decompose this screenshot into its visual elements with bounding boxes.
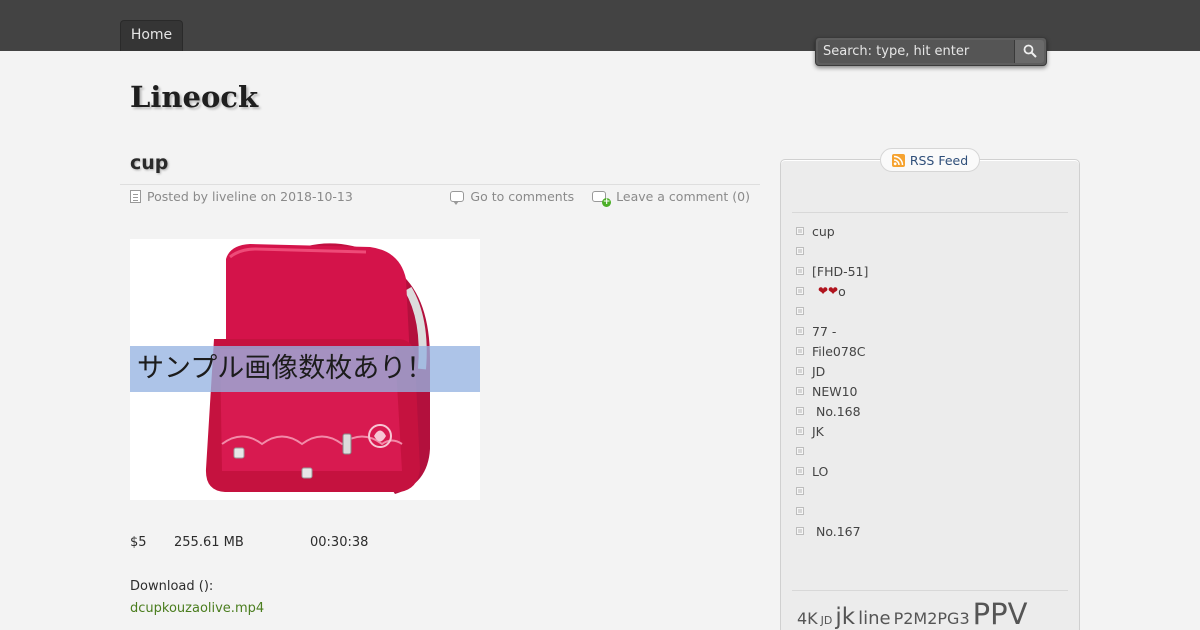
list-bullet-icon bbox=[796, 347, 804, 355]
download-label: Download (): bbox=[130, 579, 214, 594]
post-title[interactable]: cup bbox=[130, 152, 168, 174]
sidebar-post-link[interactable]: No.167 bbox=[812, 524, 861, 539]
sidebar-post-link[interactable]: No.168 bbox=[812, 404, 861, 419]
sidebar-post-item[interactable]: JD bbox=[796, 361, 868, 381]
go-to-comments-link[interactable]: Go to comments bbox=[470, 189, 574, 204]
list-bullet-icon bbox=[796, 527, 804, 535]
download-link[interactable]: dcupkouzaolive.mp4 bbox=[130, 601, 264, 616]
list-bullet-icon bbox=[796, 447, 804, 455]
sidebar-post-item[interactable]: No.168 bbox=[796, 401, 868, 421]
list-bullet-icon bbox=[796, 467, 804, 475]
search-box bbox=[815, 37, 1047, 66]
nav-home-tab[interactable]: Home bbox=[120, 20, 183, 51]
tag-link[interactable]: P2M2PG3 bbox=[894, 609, 970, 628]
file-size-text: 255.61 MB bbox=[174, 535, 244, 550]
sidebar-post-item[interactable]: NEW10 bbox=[796, 381, 868, 401]
sidebar-post-item[interactable] bbox=[796, 501, 868, 521]
list-bullet-icon bbox=[796, 487, 804, 495]
sidebar-post-item[interactable]: No.167 bbox=[796, 521, 868, 541]
sidebar-post-item[interactable] bbox=[796, 241, 868, 261]
sidebar-post-item[interactable]: File078C bbox=[796, 341, 868, 361]
sidebar-post-link[interactable]: File078C bbox=[812, 344, 866, 359]
heart-icon: ❤❤ bbox=[818, 284, 839, 298]
sidebar-post-link[interactable]: JK bbox=[812, 424, 824, 439]
price-text: $5 bbox=[130, 535, 147, 550]
sidebar-post-item[interactable] bbox=[796, 301, 868, 321]
search-icon bbox=[1023, 44, 1037, 58]
list-bullet-icon bbox=[796, 247, 804, 255]
rss-feed-label: RSS Feed bbox=[909, 152, 969, 168]
leave-comment-link[interactable]: Leave a comment (0) bbox=[616, 189, 750, 204]
recent-posts-list: cup [FHD-51] ❤❤ o 77 - File078C JD NEW10 No.168… bbox=[796, 221, 868, 541]
sidebar-post-link[interactable]: LO bbox=[812, 464, 828, 479]
sidebar-divider bbox=[792, 212, 1068, 213]
sample-images-banner: サンプル画像数枚あり！ bbox=[130, 346, 480, 392]
list-bullet-icon bbox=[796, 267, 804, 275]
tag-cloud: 4K JD jk line P2M2PG3 PPV bbox=[797, 597, 1030, 630]
tag-link[interactable]: jk bbox=[835, 604, 855, 630]
list-bullet-icon bbox=[796, 287, 804, 295]
sidebar-post-link[interactable]: [FHD-51] bbox=[812, 264, 868, 279]
search-input[interactable] bbox=[818, 40, 1014, 63]
list-bullet-icon bbox=[796, 367, 804, 375]
list-bullet-icon bbox=[796, 387, 804, 395]
search-button[interactable] bbox=[1014, 40, 1044, 63]
sidebar-post-item[interactable]: ❤❤ o bbox=[796, 281, 868, 301]
list-bullet-icon bbox=[796, 427, 804, 435]
sidebar-post-item[interactable]: [FHD-51] bbox=[796, 261, 868, 281]
list-bullet-icon bbox=[796, 227, 804, 235]
sidebar-divider bbox=[792, 590, 1068, 591]
rss-feed-button[interactable]: RSS Feed bbox=[880, 148, 980, 172]
tag-link[interactable]: JD bbox=[821, 614, 833, 627]
sidebar-post-item[interactable] bbox=[796, 481, 868, 501]
list-bullet-icon bbox=[796, 507, 804, 515]
post-image: サンプル画像数枚あり！ bbox=[130, 239, 480, 500]
list-bullet-icon bbox=[796, 307, 804, 315]
sidebar-post-link[interactable]: 77 - bbox=[812, 324, 836, 339]
sidebar-post-link[interactable]: cup bbox=[812, 224, 835, 239]
post-document-icon bbox=[130, 190, 141, 203]
tag-link[interactable]: line bbox=[858, 608, 890, 629]
tag-link[interactable]: PPV bbox=[973, 597, 1028, 630]
sidebar-post-item[interactable]: JK bbox=[796, 421, 868, 441]
comment-bubble-icon bbox=[450, 191, 465, 205]
list-bullet-icon bbox=[796, 327, 804, 335]
duration-text: 00:30:38 bbox=[310, 535, 369, 550]
add-comment-icon bbox=[592, 191, 612, 207]
rss-icon bbox=[891, 153, 905, 167]
tag-link[interactable]: 4K bbox=[797, 609, 818, 628]
posted-by-text: Posted by liveline on 2018-10-13 bbox=[147, 189, 353, 204]
sidebar-post-item[interactable]: 77 - bbox=[796, 321, 868, 341]
site-title[interactable]: Lineock bbox=[130, 80, 258, 114]
post-meta: Posted by liveline on 2018-10-13 Go to c… bbox=[120, 184, 760, 208]
list-bullet-icon bbox=[796, 407, 804, 415]
top-navigation-bar: Home bbox=[0, 0, 1200, 66]
sidebar-post-link[interactable]: NEW10 bbox=[812, 384, 858, 399]
sidebar-post-item[interactable] bbox=[796, 441, 868, 461]
sidebar-post-link[interactable]: JD bbox=[812, 364, 825, 379]
sidebar-post-item[interactable]: cup bbox=[796, 221, 868, 241]
sidebar-post-link[interactable]: o bbox=[838, 284, 846, 299]
sidebar-post-item[interactable]: LO bbox=[796, 461, 868, 481]
